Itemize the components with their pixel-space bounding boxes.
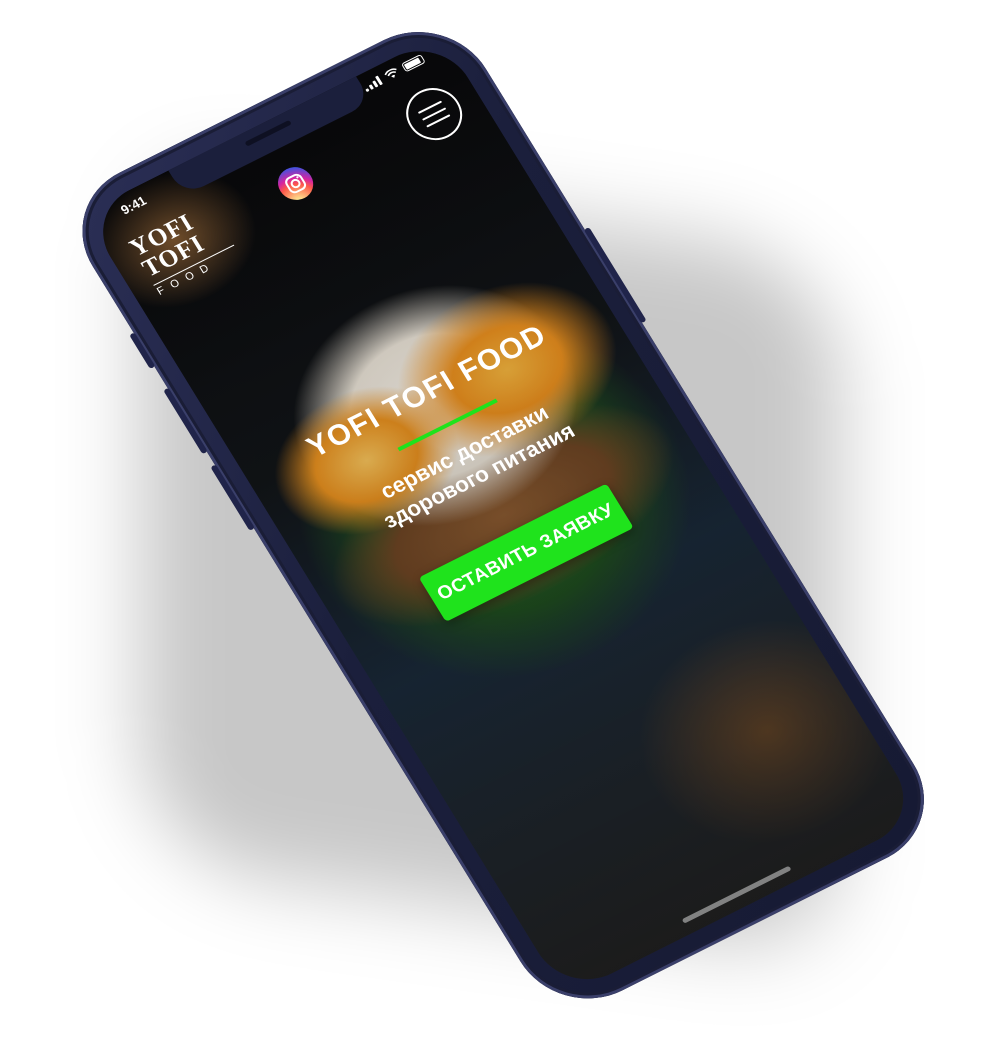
menu-button[interactable] [395, 78, 473, 150]
status-time: 9:41 [117, 192, 150, 218]
instagram-button[interactable] [271, 161, 320, 206]
wifi-icon [384, 68, 397, 78]
status-icons [362, 54, 426, 93]
mockup-scene: 9:41 YOFI TOFI FOOD YOFI TOFI FOOD серви… [0, 0, 997, 1051]
instagram-icon [285, 173, 307, 194]
notch [168, 76, 372, 197]
cellular-signal-icon [362, 75, 383, 93]
speaker-grille [244, 119, 292, 147]
battery-icon [400, 54, 426, 73]
